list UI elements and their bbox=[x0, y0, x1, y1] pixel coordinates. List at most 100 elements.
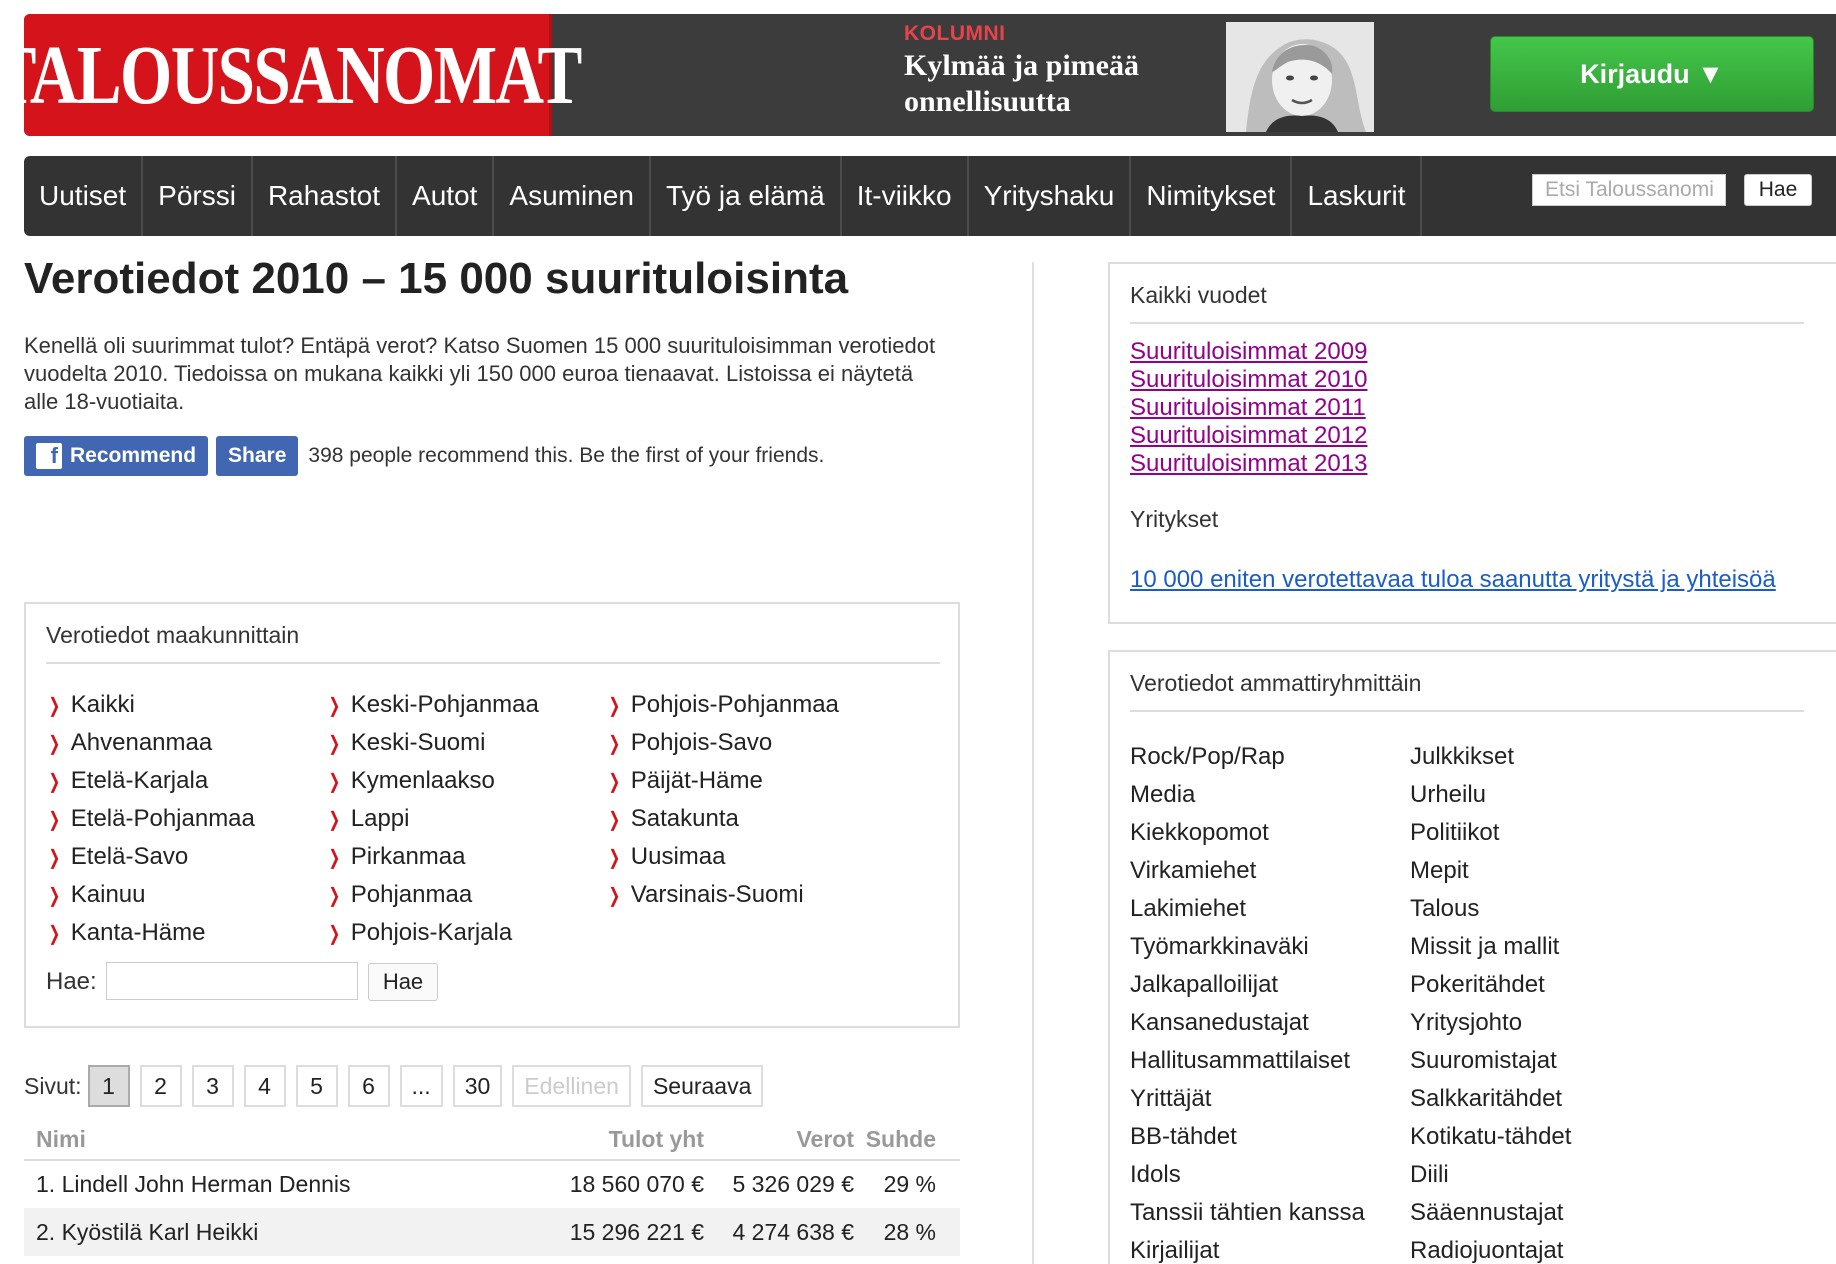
region-label: Etelä-Karjala bbox=[70, 767, 209, 794]
region-link-kainuu[interactable]: ❯ Kainuu bbox=[46, 876, 306, 914]
region-link-ahvenanmaa[interactable]: ❯ Ahvenanmaa bbox=[46, 724, 306, 762]
profession-link-pokeritahdet[interactable]: Pokeritähdet bbox=[1410, 966, 1690, 1004]
profession-link-yrittajat[interactable]: Yrittäjät bbox=[1130, 1080, 1410, 1118]
pager-label: Sivut: bbox=[24, 1072, 82, 1099]
nav-item-uutiset[interactable]: Uutiset bbox=[24, 156, 144, 236]
region-link-keski-suomi[interactable]: ❯ Keski-Suomi bbox=[326, 724, 586, 762]
region-link-satakunta[interactable]: ❯ Satakunta bbox=[606, 800, 866, 838]
login-button[interactable]: Kirjaudu ▼ bbox=[1490, 36, 1814, 112]
profession-link-politiikot[interactable]: Politiikot bbox=[1410, 814, 1690, 852]
region-link-pirkanmaa[interactable]: ❯ Pirkanmaa bbox=[326, 838, 586, 876]
region-link-etela-pohjanmaa[interactable]: ❯ Etelä-Pohjanmaa bbox=[46, 800, 306, 838]
region-search-input[interactable] bbox=[106, 962, 358, 1000]
region-link-varsinais-suomi[interactable]: ❯ Varsinais-Suomi bbox=[606, 876, 866, 914]
pager-page-6[interactable]: 6 bbox=[347, 1065, 390, 1107]
chevron-right-icon: ❯ bbox=[48, 770, 61, 793]
masthead: TALOUSSANOMAT KOLUMNI Kylmää ja pimeää o… bbox=[24, 14, 1836, 136]
region-label: Satakunta bbox=[630, 805, 739, 832]
profession-link-tyomarkkinavaki[interactable]: Työmarkkinaväki bbox=[1130, 928, 1410, 966]
region-label: Kymenlaakso bbox=[350, 767, 495, 794]
region-link-uusimaa[interactable]: ❯ Uusimaa bbox=[606, 838, 866, 876]
header-income[interactable]: Tulot yht bbox=[550, 1120, 714, 1161]
profession-link-kiekkopomot[interactable]: Kiekkopomot bbox=[1130, 814, 1410, 852]
profession-link-salkkaritahdet[interactable]: Salkkaritähdet bbox=[1410, 1080, 1690, 1118]
profession-link-mepit[interactable]: Mepit bbox=[1410, 852, 1690, 890]
profession-link-kansanedustajat[interactable]: Kansanedustajat bbox=[1130, 1004, 1410, 1042]
pager-page-4[interactable]: 4 bbox=[243, 1065, 286, 1107]
profession-link-diili[interactable]: Diili bbox=[1410, 1156, 1690, 1194]
site-search-input[interactable] bbox=[1532, 174, 1726, 206]
facebook-share-button[interactable]: Share bbox=[216, 436, 299, 476]
pager-page-3[interactable]: 3 bbox=[191, 1065, 234, 1107]
header-taxes[interactable]: Verot bbox=[714, 1120, 864, 1161]
row-name[interactable]: 1. Lindell John Herman Dennis bbox=[24, 1160, 550, 1208]
year-link-suurituloisimmat-2009[interactable]: Suurituloisimmat 2009 bbox=[1130, 338, 1367, 366]
year-link-suurituloisimmat-2012[interactable]: Suurituloisimmat 2012 bbox=[1130, 422, 1367, 450]
profession-link-rock-pop-rap[interactable]: Rock/Pop/Rap bbox=[1130, 738, 1410, 776]
profession-link-media[interactable]: Media bbox=[1130, 776, 1410, 814]
site-logo[interactable]: TALOUSSANOMAT bbox=[24, 14, 583, 136]
pager-next-button[interactable]: Seuraava bbox=[640, 1065, 764, 1107]
chevron-right-icon: ❯ bbox=[48, 884, 61, 907]
profession-link-saaennustajat[interactable]: Sääennustajat bbox=[1410, 1194, 1690, 1232]
columnist-photo[interactable] bbox=[1226, 22, 1374, 132]
region-link-kaikki[interactable]: ❯ Kaikki bbox=[46, 686, 306, 724]
header-ratio[interactable]: Suhde bbox=[864, 1120, 960, 1161]
profession-link-lakimiehet[interactable]: Lakimiehet bbox=[1130, 890, 1410, 928]
year-link-suurituloisimmat-2010[interactable]: Suurituloisimmat 2010 bbox=[1130, 366, 1367, 394]
column-title-link[interactable]: Kylmää ja pimeää onnellisuutta bbox=[904, 48, 1194, 120]
region-link-pohjois-karjala[interactable]: ❯ Pohjois-Karjala bbox=[326, 914, 586, 952]
nav-item-tyo-ja-elama[interactable]: Työ ja elämä bbox=[651, 156, 842, 236]
year-link-suurituloisimmat-2013[interactable]: Suurituloisimmat 2013 bbox=[1130, 450, 1367, 478]
region-link-etela-karjala[interactable]: ❯ Etelä-Karjala bbox=[46, 762, 306, 800]
region-link-pohjois-savo[interactable]: ❯ Pohjois-Savo bbox=[606, 724, 866, 762]
profession-link-jalkapalloilijat[interactable]: Jalkapalloilijat bbox=[1130, 966, 1410, 1004]
profession-link-bb-tahdet[interactable]: BB-tähdet bbox=[1130, 1118, 1410, 1156]
chevron-right-icon: ❯ bbox=[328, 732, 341, 755]
pager-page-1[interactable]: 1 bbox=[87, 1065, 130, 1107]
profession-link-kirjailijat[interactable]: Kirjailijat bbox=[1130, 1232, 1410, 1264]
row-name[interactable]: 2. Kyöstilä Karl Heikki bbox=[24, 1208, 550, 1256]
nav-item-rahastot[interactable]: Rahastot bbox=[253, 156, 398, 236]
profession-link-kotikatu-tahdet[interactable]: Kotikatu-tähdet bbox=[1410, 1118, 1690, 1156]
region-link-paijat-hame[interactable]: ❯ Päijät-Häme bbox=[606, 762, 866, 800]
profession-link-urheilu[interactable]: Urheilu bbox=[1410, 776, 1690, 814]
profession-link-hallitusammattilaiset[interactable]: Hallitusammattilaiset bbox=[1130, 1042, 1410, 1080]
column-label: KOLUMNI bbox=[904, 22, 1006, 45]
pager-page-2[interactable]: 2 bbox=[139, 1065, 182, 1107]
region-link-kymenlaakso[interactable]: ❯ Kymenlaakso bbox=[326, 762, 586, 800]
region-link-pohjois-pohjanmaa[interactable]: ❯ Pohjois-Pohjanmaa bbox=[606, 686, 866, 724]
profession-link-tanssii-tahtien-kanssa[interactable]: Tanssii tähtien kanssa bbox=[1130, 1194, 1410, 1232]
nav-item-it-viikko[interactable]: It-viikko bbox=[842, 156, 969, 236]
profession-link-virkamiehet[interactable]: Virkamiehet bbox=[1130, 852, 1410, 890]
region-search-button[interactable]: Hae bbox=[368, 963, 438, 1001]
nav-item-nimitykset[interactable]: Nimitykset bbox=[1131, 156, 1293, 236]
nav-item-porssi[interactable]: Pörssi bbox=[143, 156, 253, 236]
region-link-etela-savo[interactable]: ❯ Etelä-Savo bbox=[46, 838, 306, 876]
profession-link-missit-ja-mallit[interactable]: Missit ja mallit bbox=[1410, 928, 1690, 966]
profession-link-talous[interactable]: Talous bbox=[1410, 890, 1690, 928]
companies-link[interactable]: 10 000 eniten verotettavaa tuloa saanutt… bbox=[1130, 566, 1776, 594]
profession-link-radiojuontajat[interactable]: Radiojuontajat bbox=[1410, 1232, 1690, 1264]
region-link-lappi[interactable]: ❯ Lappi bbox=[326, 800, 586, 838]
profession-link-julkkikset[interactable]: Julkkikset bbox=[1410, 738, 1690, 776]
nav-item-yrityshaku[interactable]: Yrityshaku bbox=[969, 156, 1132, 236]
chevron-right-icon: ❯ bbox=[608, 770, 621, 793]
pager-page-30[interactable]: 30 bbox=[452, 1065, 503, 1107]
region-link-pohjanmaa[interactable]: ❯ Pohjanmaa bbox=[326, 876, 586, 914]
profession-link-suuromistajat[interactable]: Suuromistajat bbox=[1410, 1042, 1690, 1080]
chevron-right-icon: ❯ bbox=[48, 846, 61, 869]
profession-link-yritysjohto[interactable]: Yritysjohto bbox=[1410, 1004, 1690, 1042]
facebook-recommend-button[interactable]: f Recommend bbox=[24, 436, 209, 476]
nav-item-laskurit[interactable]: Laskurit bbox=[1292, 156, 1423, 236]
region-link-keski-pohjanmaa[interactable]: ❯ Keski-Pohjanmaa bbox=[326, 686, 586, 724]
site-search-button[interactable]: Hae bbox=[1744, 174, 1812, 206]
header-name[interactable]: Nimi bbox=[24, 1120, 550, 1161]
pager-page-5[interactable]: 5 bbox=[295, 1065, 338, 1107]
year-link-suurituloisimmat-2011[interactable]: Suurituloisimmat 2011 bbox=[1130, 394, 1367, 422]
region-link-kanta-hame[interactable]: ❯ Kanta-Häme bbox=[46, 914, 306, 952]
nav-item-asuminen[interactable]: Asuminen bbox=[494, 156, 651, 236]
nav-item-autot[interactable]: Autot bbox=[397, 156, 495, 236]
region-label: Varsinais-Suomi bbox=[630, 881, 804, 908]
profession-link-idols[interactable]: Idols bbox=[1130, 1156, 1410, 1194]
